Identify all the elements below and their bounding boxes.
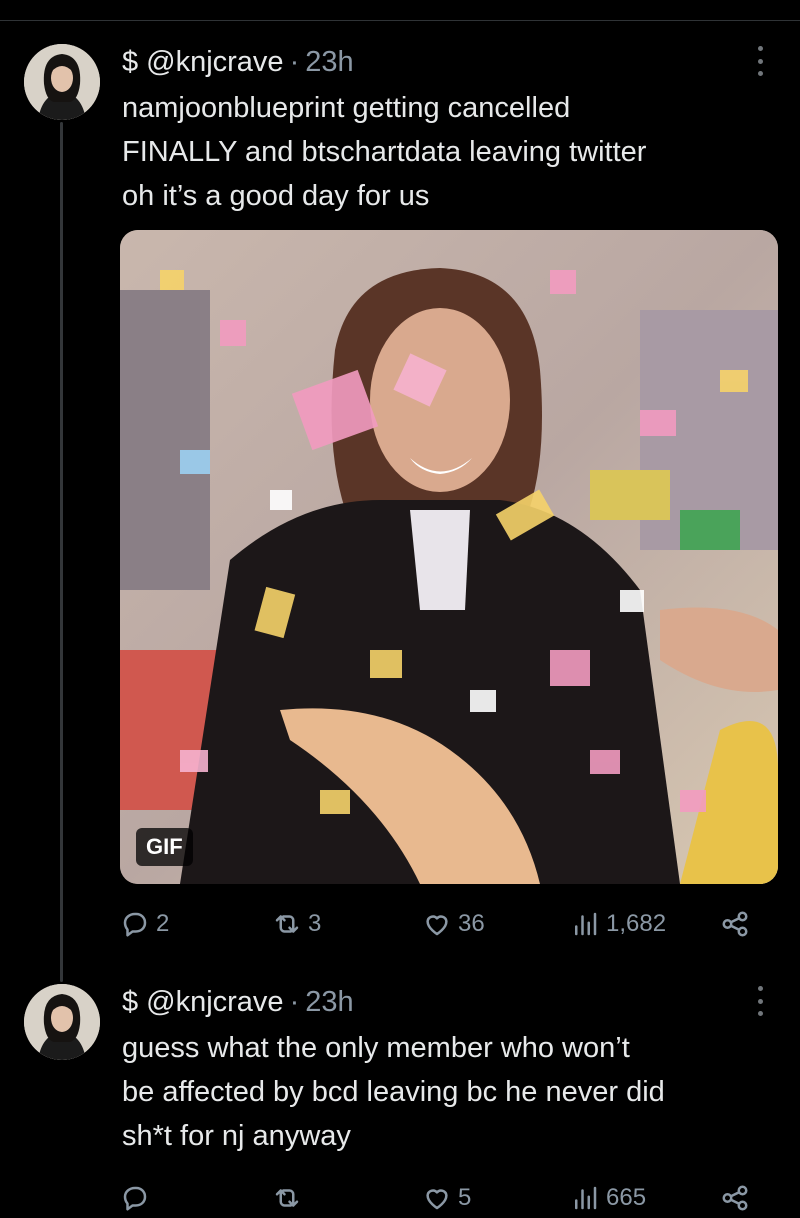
gif-media[interactable]: GIF: [120, 230, 778, 884]
reply-button[interactable]: [120, 1178, 156, 1218]
tweet-text-line: guess what the only member who won’t: [122, 1032, 630, 1064]
avatar[interactable]: [24, 44, 100, 120]
tweet-text-line: sh*t for nj anyway: [122, 1120, 351, 1152]
more-icon[interactable]: [748, 46, 772, 76]
views-icon: [575, 912, 597, 936]
views-count: 665: [606, 1184, 647, 1211]
tweet-text-line: oh it’s a good day for us: [122, 180, 430, 212]
reply-icon: [123, 912, 147, 937]
like-count: 36: [458, 910, 485, 937]
display-name[interactable]: $: [122, 986, 138, 1019]
views-button[interactable]: 1,682: [570, 904, 666, 944]
tweet-header: $ @knjcrave · 23h: [122, 982, 354, 1022]
tweet-text-line: be affected by bcd leaving bc he never d…: [122, 1076, 665, 1108]
user-handle[interactable]: @knjcrave: [146, 986, 283, 1019]
like-button[interactable]: 36: [422, 904, 485, 944]
heart-icon: [426, 915, 448, 936]
reply-icon: [123, 1186, 147, 1211]
avatar[interactable]: [24, 984, 100, 1060]
share-button[interactable]: [720, 904, 750, 944]
separator-dot: ·: [289, 985, 300, 1018]
views-icon: [575, 1186, 597, 1210]
repost-button[interactable]: 3: [272, 904, 321, 944]
views-button[interactable]: 665: [570, 1178, 646, 1218]
tweet-text-line: namjoonblueprint getting cancelled: [122, 92, 571, 124]
separator-dot: ·: [289, 45, 300, 78]
tweet-actions: 5 665: [120, 1178, 760, 1218]
repost-icon: [275, 915, 299, 933]
tweet-actions: 2 3 36 1,682: [120, 904, 760, 944]
timestamp[interactable]: 23h: [305, 986, 353, 1019]
reply-count: 2: [156, 910, 170, 937]
heart-icon: [426, 1189, 448, 1210]
reply-button[interactable]: 2: [120, 904, 169, 944]
tweet-1[interactable]: $ @knjcrave · 23h namjoonblueprint getti…: [0, 40, 800, 960]
timestamp[interactable]: 23h: [305, 46, 353, 79]
share-icon: [722, 1185, 748, 1211]
user-handle[interactable]: @knjcrave: [146, 46, 283, 79]
display-name[interactable]: $: [122, 46, 138, 79]
share-button[interactable]: [720, 1178, 750, 1218]
views-count: 1,682: [606, 910, 667, 937]
tweet-text-line: FINALLY and btschartdata leaving twitter: [122, 136, 647, 168]
top-divider: [0, 20, 800, 21]
share-icon: [722, 911, 748, 937]
tweet-text: namjoonblueprint getting cancelled FINAL…: [122, 86, 782, 218]
like-button[interactable]: 5: [422, 1178, 471, 1218]
like-count: 5: [458, 1184, 472, 1211]
repost-count: 3: [308, 910, 322, 937]
tweet-2[interactable]: $ @knjcrave · 23h guess what the only me…: [0, 980, 800, 1211]
tweet-header: $ @knjcrave · 23h: [122, 42, 354, 82]
repost-button[interactable]: [272, 1178, 308, 1218]
more-icon[interactable]: [748, 986, 772, 1016]
repost-icon: [275, 1189, 299, 1207]
tweet-text: guess what the only member who won’t be …: [122, 1026, 782, 1158]
gif-badge: GIF: [136, 828, 193, 866]
